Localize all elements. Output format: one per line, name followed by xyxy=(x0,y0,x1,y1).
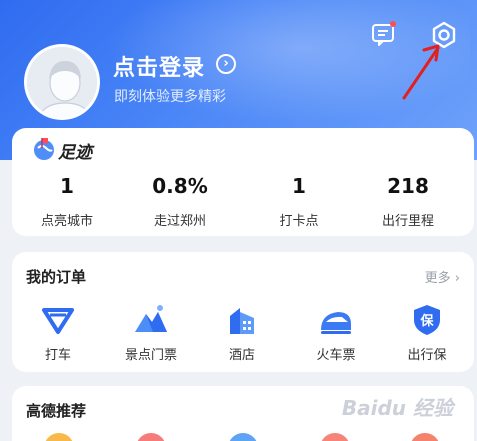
chevron-right-icon[interactable]: › xyxy=(216,54,236,74)
order-train[interactable]: 火车票 xyxy=(296,302,376,363)
stat-label: 打卡点 xyxy=(279,214,319,229)
order-label: 景点门票 xyxy=(124,348,177,363)
recommend-title: 高德推荐 xyxy=(26,402,87,420)
order-insurance[interactable]: 保 出行保 xyxy=(387,302,467,363)
orders-card: 我的订单 更多 › 打车 景点门票 酒店 火车票 保 出行保 xyxy=(12,252,474,372)
recommend-item-icon[interactable] xyxy=(44,433,74,441)
annotation-arrow xyxy=(402,44,440,100)
stat-value: 1 xyxy=(292,174,306,198)
order-hotel[interactable]: 酒店 xyxy=(202,302,282,363)
order-label: 酒店 xyxy=(228,348,255,363)
order-label: 出行保 xyxy=(407,348,447,363)
stat-mileage[interactable]: 218 出行里程 xyxy=(353,168,463,229)
stat-zhengzhou[interactable]: 0.8% 走过郑州 xyxy=(125,168,235,229)
order-tickets[interactable]: 景点门票 xyxy=(111,302,191,363)
footprint-logo-icon xyxy=(34,138,54,160)
svg-text:保: 保 xyxy=(419,313,434,329)
mountain-icon xyxy=(135,305,167,332)
stat-lit-cities[interactable]: 1 点亮城市 xyxy=(12,168,122,229)
stat-label: 走过郑州 xyxy=(153,214,206,229)
avatar[interactable] xyxy=(24,44,100,120)
recommend-item-icon[interactable] xyxy=(320,433,350,441)
orders-more-link[interactable]: 更多 › xyxy=(425,267,460,286)
recommend-item-icon[interactable] xyxy=(136,433,166,441)
order-label: 打车 xyxy=(44,348,71,363)
stat-value: 218 xyxy=(387,174,429,198)
more-label: 更多 xyxy=(424,271,451,286)
recommend-item-icon[interactable] xyxy=(410,433,440,441)
footprint-card[interactable]: 足迹 1 点亮城市 0.8% 走过郑州 1 打卡点 218 出行里程 xyxy=(12,128,474,236)
stat-checkins[interactable]: 1 打卡点 xyxy=(244,168,354,229)
stat-value: 1 xyxy=(60,174,74,198)
message-icon[interactable] xyxy=(370,20,398,48)
stat-label: 点亮城市 xyxy=(40,214,93,229)
shield-icon: 保 xyxy=(414,305,440,335)
watermark: Baidu 经验 xyxy=(341,396,453,420)
stat-label: 出行里程 xyxy=(381,214,434,229)
stat-value: 0.8% xyxy=(152,174,208,198)
train-icon xyxy=(321,312,351,334)
taxi-icon xyxy=(42,308,74,334)
order-taxi[interactable]: 打车 xyxy=(18,302,98,363)
login-subtitle: 即刻体验更多精彩 xyxy=(114,89,226,105)
orders-title: 我的订单 xyxy=(26,268,87,286)
footprint-title: 足迹 xyxy=(58,143,92,163)
hotel-icon xyxy=(230,308,254,334)
chevron-right-icon: › xyxy=(454,271,460,286)
recommend-item-icon[interactable] xyxy=(228,433,258,441)
login-title[interactable]: 点击登录 xyxy=(113,50,205,82)
order-label: 火车票 xyxy=(316,348,356,363)
